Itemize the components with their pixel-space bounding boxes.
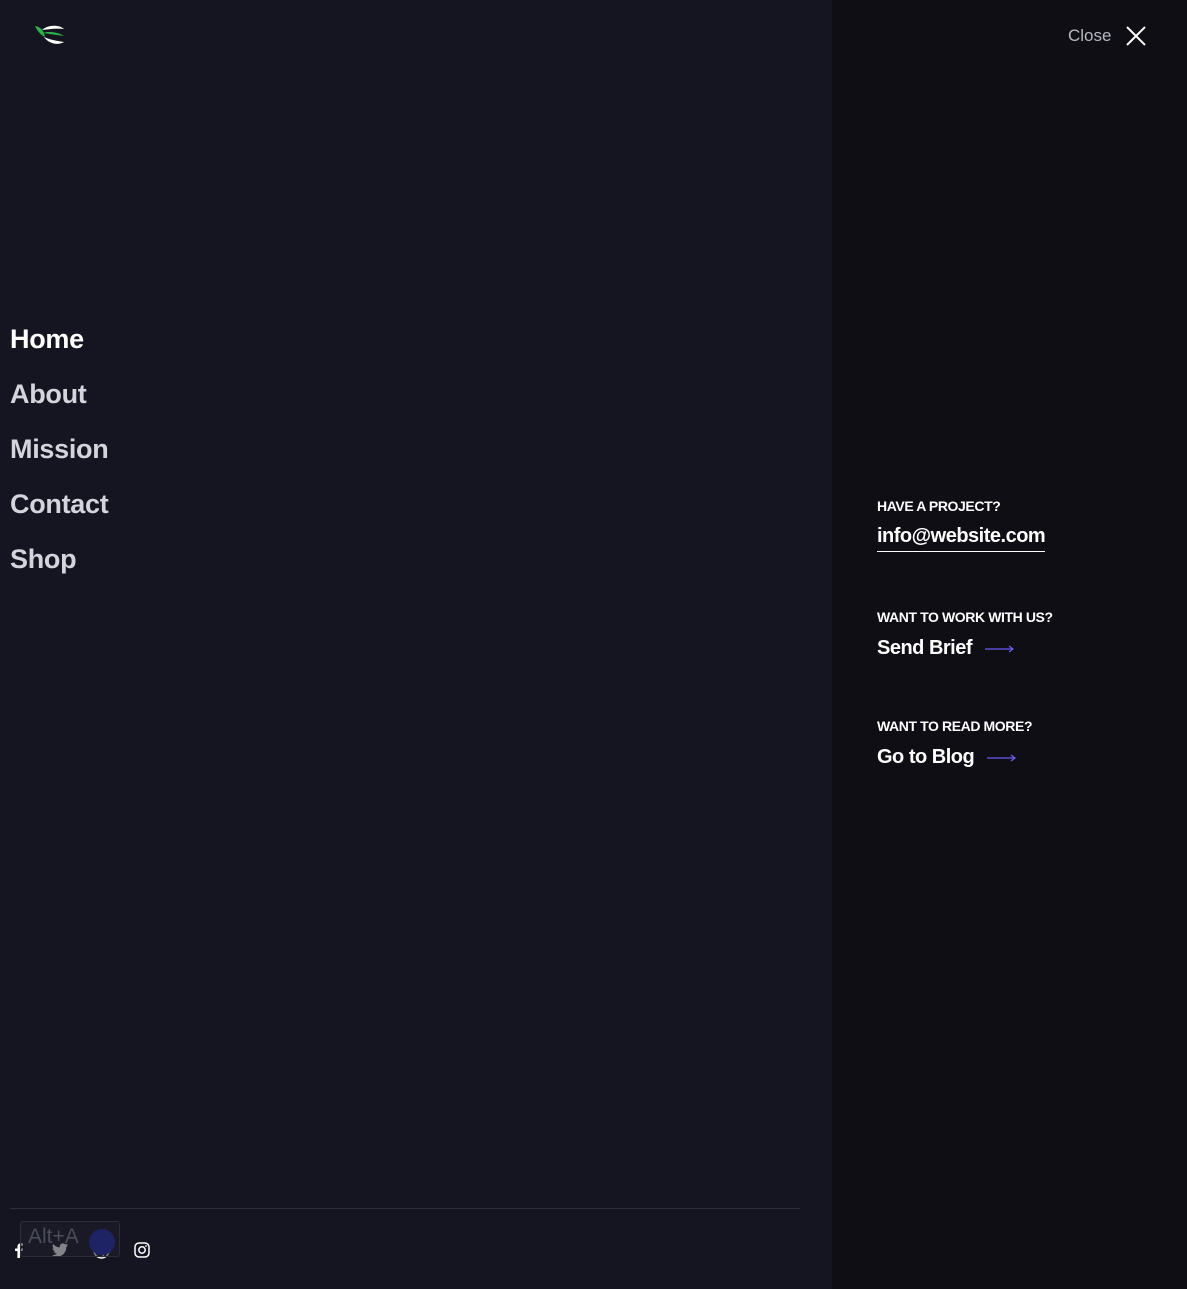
instagram-icon[interactable] [132,1240,152,1260]
read-label: WANT TO READ MORE? [877,718,1033,734]
accessibility-icon [89,1229,115,1255]
work-block: WANT TO WORK WITH US? Send Brief [877,609,1053,660]
nav-item-contact[interactable]: Contact [10,483,109,538]
close-button[interactable]: Close [1068,22,1147,50]
go-to-blog-link[interactable]: Go to Blog [877,746,1032,769]
shortcut-text: Alt+A [28,1225,79,1248]
menu-left-panel [0,0,832,1289]
leaf-logo-icon[interactable] [33,22,67,50]
nav-item-shop[interactable]: Shop [10,538,108,593]
arrow-right-icon [987,753,1017,763]
close-label: Close [1068,26,1112,45]
project-block: HAVE A PROJECT? info@website.com [877,498,1046,552]
footer-divider [10,1208,800,1209]
email-link[interactable]: info@website.com [877,525,1046,552]
work-label: WANT TO WORK WITH US? [877,609,1053,625]
menu-overlay: Close Home About Mission Contact Shop HA… [0,0,1187,1289]
project-label: HAVE A PROJECT? [877,498,1001,514]
accessibility-shortcut-badge[interactable]: Alt+A [20,1221,120,1257]
send-brief-label: Send Brief [877,637,973,659]
read-block: WANT TO READ MORE? Go to Blog [877,718,1032,769]
go-to-blog-label: Go to Blog [877,746,975,768]
close-x-icon [1125,25,1147,47]
send-brief-link[interactable]: Send Brief [877,637,1053,660]
nav-item-home[interactable]: Home [10,318,108,373]
arrow-right-icon [985,644,1015,654]
nav-item-about[interactable]: About [10,373,108,428]
nav-item-mission[interactable]: Mission [10,428,109,483]
main-navigation: Home About Mission Contact Shop [10,318,109,593]
